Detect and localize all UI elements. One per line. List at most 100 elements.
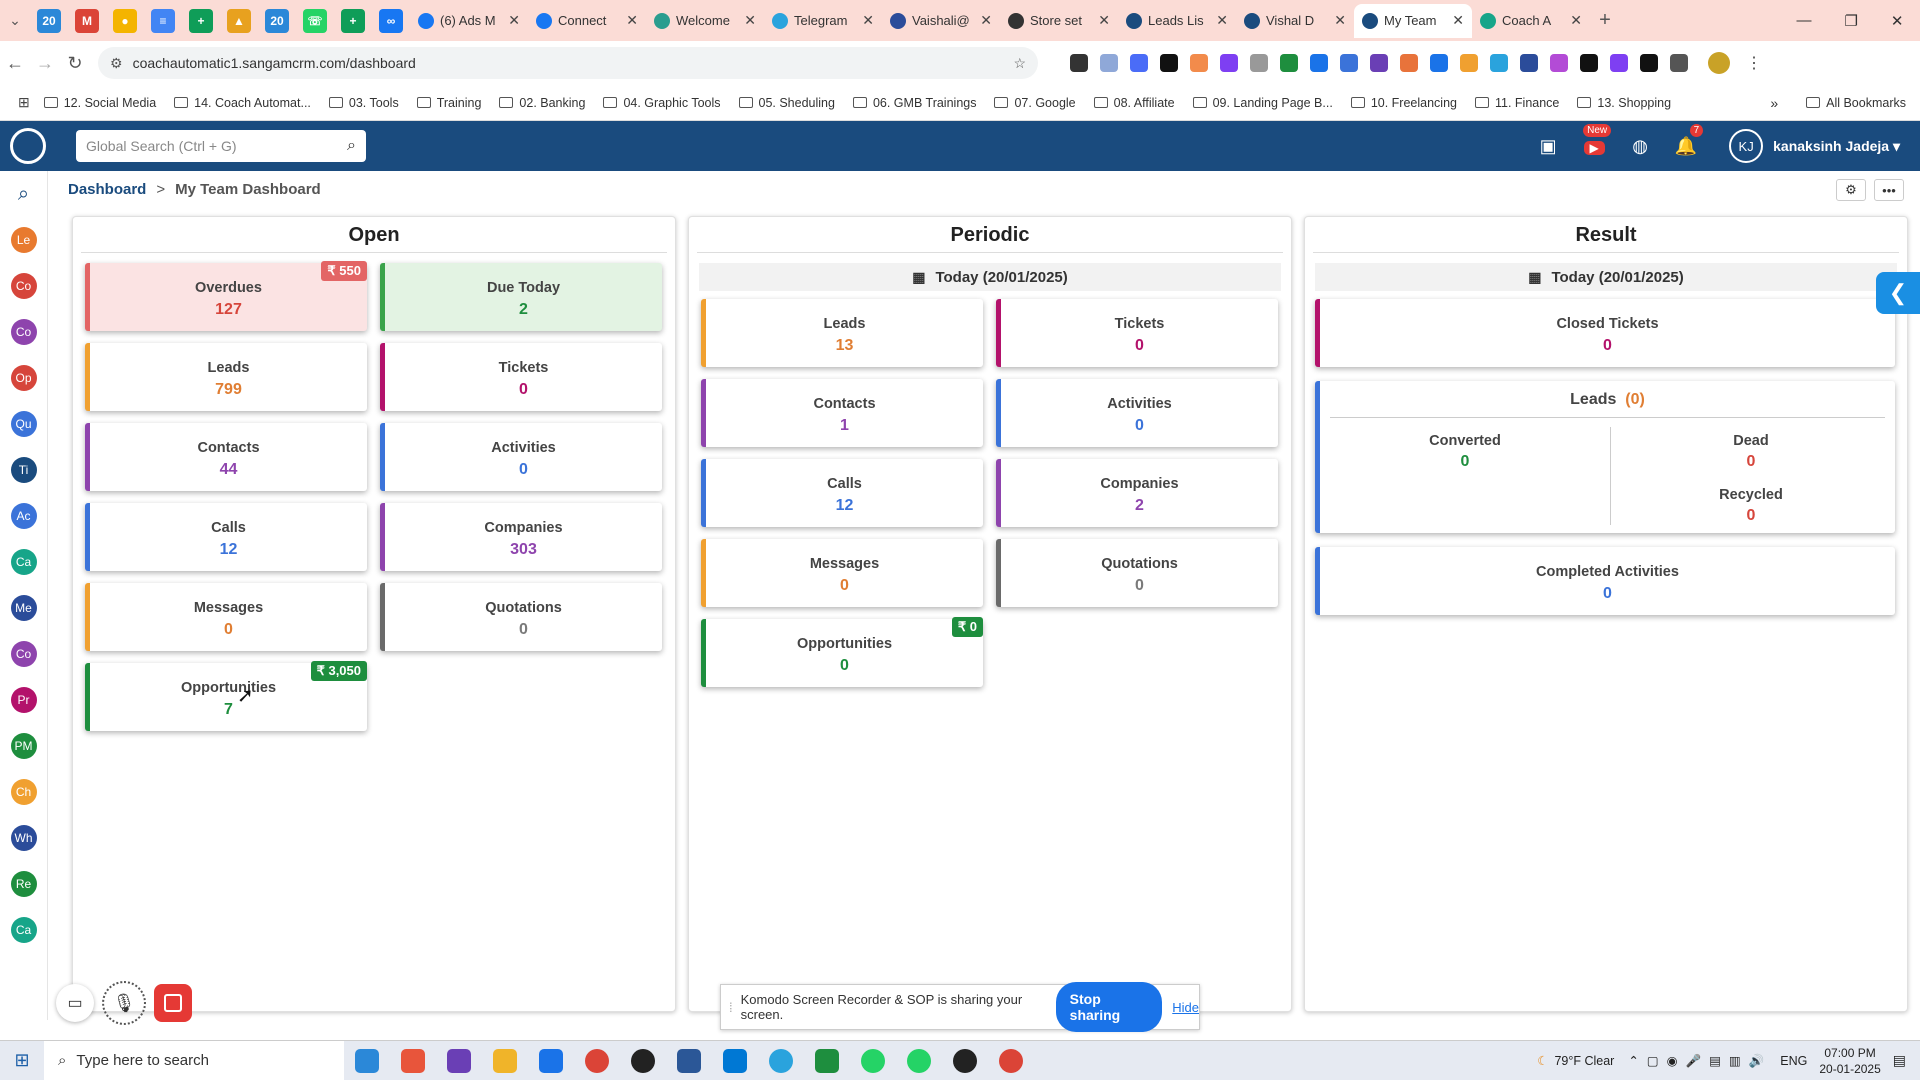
- all-bookmarks[interactable]: All Bookmarks: [1806, 96, 1906, 110]
- bookmark-folder[interactable]: 13. Shopping: [1577, 96, 1671, 110]
- taskbar-app[interactable]: [758, 1041, 804, 1081]
- pinned-tab[interactable]: +: [189, 8, 213, 33]
- pinned-tab[interactable]: +: [341, 8, 365, 33]
- quotations-card[interactable]: Quotations 0: [380, 583, 662, 651]
- taskbar-app[interactable]: [344, 1041, 390, 1081]
- language-indicator[interactable]: ENG: [1780, 1054, 1807, 1068]
- bookmark-folder[interactable]: 04. Graphic Tools: [603, 96, 721, 110]
- sidebar-item[interactable]: Co: [0, 631, 47, 677]
- close-icon[interactable]: ✕: [508, 12, 520, 29]
- taskbar-app[interactable]: [528, 1041, 574, 1081]
- extension-icon[interactable]: [1250, 54, 1268, 72]
- profile-avatar[interactable]: [1708, 52, 1730, 74]
- bookmark-folder[interactable]: 07. Google: [994, 96, 1076, 110]
- extension-icon[interactable]: [1520, 54, 1538, 72]
- bookmark-folder[interactable]: 09. Landing Page B...: [1192, 96, 1333, 110]
- new-tab-icon[interactable]: +: [1590, 6, 1620, 36]
- leads-card[interactable]: Leads 13: [701, 299, 983, 367]
- pinned-tab[interactable]: ∞: [379, 8, 403, 33]
- breadcrumb-dashboard-link[interactable]: Dashboard: [68, 181, 146, 198]
- avatar[interactable]: KJ: [1729, 129, 1764, 163]
- windows-start-icon[interactable]: ⊞: [0, 1050, 44, 1071]
- bookmark-folder[interactable]: 02. Banking: [499, 96, 585, 110]
- bookmark-folder[interactable]: 03. Tools: [328, 96, 399, 110]
- date-filter[interactable]: ▦ Today (20/01/2025): [699, 263, 1281, 291]
- extension-icon[interactable]: [1130, 54, 1148, 72]
- close-icon[interactable]: ✕: [1570, 12, 1582, 29]
- close-icon[interactable]: ✕: [1334, 12, 1346, 29]
- tray-icons[interactable]: ⌃▢◉🎤▤▥🔊: [1628, 1053, 1772, 1069]
- closed-tickets-card[interactable]: Closed Tickets 0: [1315, 299, 1895, 367]
- leads-result-card[interactable]: Leads (0) Converted 0 Dead 0 Recycled 0: [1315, 381, 1895, 533]
- companies-card[interactable]: Companies 303: [380, 503, 662, 571]
- browser-tab[interactable]: (6) Ads M ✕: [410, 4, 528, 38]
- extension-icon[interactable]: [1610, 54, 1628, 72]
- extension-icon[interactable]: [1070, 54, 1088, 72]
- tickets-card[interactable]: Tickets 0: [380, 343, 662, 411]
- browser-tab[interactable]: Vishal D ✕: [1236, 4, 1354, 38]
- browser-tab[interactable]: Coach A ✕: [1472, 4, 1590, 38]
- user-name-menu[interactable]: kanaksinh Jadeja ▾: [1773, 138, 1900, 155]
- close-icon[interactable]: ✕: [862, 12, 874, 29]
- extension-icon[interactable]: [1640, 54, 1658, 72]
- companies-card[interactable]: Companies 2: [996, 459, 1278, 527]
- more-options-button[interactable]: •••: [1874, 179, 1904, 201]
- taskbar-app[interactable]: [574, 1041, 620, 1081]
- sidebar-item[interactable]: Qu: [0, 401, 47, 447]
- dead-stat[interactable]: Dead 0: [1616, 433, 1886, 471]
- recycled-stat[interactable]: Recycled 0: [1616, 487, 1886, 525]
- bookmark-folder[interactable]: 06. GMB Trainings: [852, 96, 976, 110]
- browser-tab[interactable]: Leads Lis ✕: [1118, 4, 1236, 38]
- microphone-toggle[interactable]: 🎙: [102, 981, 146, 1025]
- taskbar-app[interactable]: [896, 1041, 942, 1081]
- extension-icon[interactable]: [1340, 54, 1358, 72]
- stop-sharing-button[interactable]: Stop sharing: [1055, 982, 1163, 1032]
- settings-gear-button[interactable]: ⚙: [1836, 179, 1866, 201]
- hide-link[interactable]: Hide: [1172, 1000, 1199, 1015]
- browser-tab[interactable]: Telegram ✕: [764, 4, 882, 38]
- extension-icon[interactable]: [1580, 54, 1598, 72]
- extension-icon[interactable]: [1460, 54, 1478, 72]
- pinned-tab[interactable]: ≡: [151, 8, 175, 33]
- quotations-card[interactable]: Quotations 0: [996, 539, 1278, 607]
- taskbar-app[interactable]: [482, 1041, 528, 1081]
- sidebar-item[interactable]: Re: [0, 861, 47, 907]
- report-search-icon[interactable]: ▣: [1525, 136, 1571, 157]
- opportunities-card[interactable]: Opportunities 0 ₹ 0: [701, 617, 983, 687]
- messages-card[interactable]: Messages 0: [701, 539, 983, 607]
- taskbar-app[interactable]: [666, 1041, 712, 1081]
- extension-icon[interactable]: [1550, 54, 1568, 72]
- sidebar-item[interactable]: Ca: [0, 907, 47, 953]
- youtube-icon[interactable]: ▶ New: [1571, 123, 1617, 157]
- menu-kebab-icon[interactable]: ⋮: [1746, 53, 1762, 73]
- globe-icon[interactable]: ◍: [1617, 136, 1663, 157]
- stop-recording-button[interactable]: [154, 984, 192, 1022]
- address-bar[interactable]: ⚙ coachautomatic1.sangamcrm.com/dashboar…: [98, 47, 1038, 79]
- pinned-tab[interactable]: M: [75, 8, 99, 33]
- sidebar-item[interactable]: Ca: [0, 539, 47, 585]
- drag-handle-icon[interactable]: ⁞: [729, 1000, 733, 1015]
- minimize-icon[interactable]: —: [1796, 12, 1811, 30]
- sidebar-item[interactable]: Ac: [0, 493, 47, 539]
- extension-icon[interactable]: [1160, 54, 1178, 72]
- sidebar-search[interactable]: ⌕: [0, 171, 47, 217]
- taskbar-app[interactable]: [620, 1041, 666, 1081]
- sidebar-item[interactable]: Pr: [0, 677, 47, 723]
- bookmark-folder[interactable]: Training: [416, 96, 481, 110]
- back-icon[interactable]: ←: [0, 53, 30, 74]
- browser-tab-active[interactable]: My Team ✕: [1354, 3, 1472, 38]
- close-icon[interactable]: ✕: [1098, 12, 1110, 29]
- forward-icon[interactable]: →: [30, 53, 60, 74]
- bookmark-star-icon[interactable]: ☆: [1013, 55, 1026, 72]
- extensions-puzzle-icon[interactable]: [1670, 54, 1688, 72]
- pinned-tab[interactable]: 20: [265, 8, 289, 33]
- search-icon[interactable]: ⌕: [347, 137, 356, 155]
- completed-activities-card[interactable]: Completed Activities 0: [1315, 547, 1895, 615]
- tickets-card[interactable]: Tickets 0: [996, 299, 1278, 367]
- sidebar-item[interactable]: Ch: [0, 769, 47, 815]
- pinned-tab[interactable]: ●: [113, 8, 137, 33]
- pinned-tab[interactable]: ☏: [303, 8, 327, 33]
- taskbar-app[interactable]: [850, 1041, 896, 1081]
- bookmark-folder[interactable]: 10. Freelancing: [1350, 96, 1457, 110]
- taskbar-app[interactable]: [804, 1041, 850, 1081]
